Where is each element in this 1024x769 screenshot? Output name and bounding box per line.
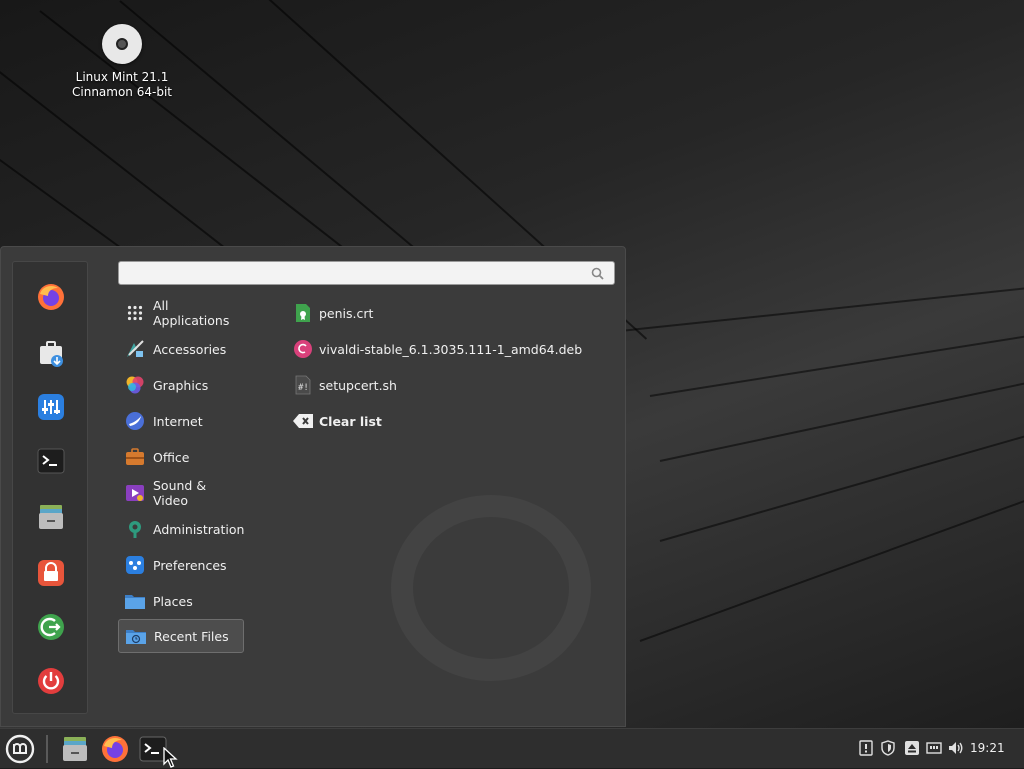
category-label: All Applications (153, 298, 230, 328)
recent-file-item[interactable]: penis.crt (288, 296, 373, 330)
sound-video-icon (124, 482, 146, 504)
files-icon (39, 505, 63, 529)
favorite-terminal[interactable] (34, 444, 68, 478)
recent-file-item[interactable]: #! setupcert.sh (288, 368, 397, 402)
desktop-icon-label-line2: Cinnamon 64-bit (72, 85, 172, 99)
grid-icon (124, 302, 146, 324)
network-icon[interactable] (926, 740, 942, 756)
desktop-icon-label-line1: Linux Mint 21.1 (75, 70, 169, 84)
recent-file-label: setupcert.sh (319, 377, 397, 393)
mouse-pointer-icon (163, 747, 178, 768)
administration-icon (124, 518, 146, 540)
clear-icon (292, 410, 314, 432)
category-label: Places (153, 593, 193, 609)
start-menu: All Applications Accessories Graphics In… (0, 246, 626, 727)
search-input[interactable] (127, 264, 581, 284)
favorite-files[interactable] (34, 500, 68, 534)
category-sound-video[interactable]: Sound & Video (118, 476, 244, 510)
category-accessories[interactable]: Accessories (118, 332, 244, 366)
mint-logo-icon (5, 734, 35, 764)
category-recent-files[interactable]: Recent Files (118, 619, 244, 653)
panel-separator (46, 735, 48, 763)
clear-list-button[interactable]: Clear list (288, 404, 382, 438)
firefox-icon (38, 284, 64, 310)
debian-package-icon (292, 338, 314, 360)
desktop-icon-linux-mint[interactable]: Linux Mint 21.1 Cinnamon 64-bit (62, 24, 182, 100)
recent-folder-icon (125, 625, 147, 647)
category-label: Recent Files (154, 628, 229, 644)
launcher-files[interactable] (57, 731, 93, 767)
update-manager-icon[interactable] (858, 740, 874, 756)
logout-icon (38, 614, 64, 640)
launcher-firefox[interactable] (97, 731, 133, 767)
menu-button[interactable] (2, 731, 38, 767)
folder-icon (124, 590, 146, 612)
software-manager-icon (40, 341, 63, 367)
internet-icon (124, 410, 146, 432)
favorite-system-settings[interactable] (34, 390, 68, 424)
category-label: Preferences (153, 557, 227, 573)
svg-text:#!: #! (298, 383, 309, 393)
recent-file-label: vivaldi-stable_6.1.3035.111-1_amd64.deb (319, 341, 583, 357)
recent-file-label: penis.crt (319, 305, 374, 321)
category-preferences[interactable]: Preferences (118, 548, 244, 582)
search-box[interactable] (118, 261, 615, 285)
category-places[interactable]: Places (118, 584, 244, 618)
shell-script-icon: #! (292, 374, 314, 396)
optical-disc-icon (102, 24, 142, 64)
category-office[interactable]: Office (118, 440, 244, 474)
favorite-software-manager[interactable] (34, 336, 68, 370)
category-label: Sound & Video (153, 478, 207, 508)
category-graphics[interactable]: Graphics (118, 368, 244, 402)
volume-icon[interactable] (948, 740, 964, 756)
search-icon (591, 267, 604, 280)
category-administration[interactable]: Administration (118, 512, 244, 546)
category-label: Office (153, 449, 190, 465)
accessories-icon (124, 338, 146, 360)
category-label: Internet (153, 413, 203, 429)
certificate-file-icon (292, 302, 314, 324)
clear-list-label: Clear list (319, 413, 382, 429)
category-label: Accessories (153, 341, 227, 357)
firefox-icon (102, 736, 128, 762)
category-all-applications[interactable]: All Applications (118, 296, 244, 330)
system-settings-icon (38, 394, 64, 420)
favorite-lock-screen[interactable] (34, 556, 68, 590)
files-icon (63, 737, 87, 761)
recent-file-item[interactable]: vivaldi-stable_6.1.3035.111-1_amd64.deb (288, 332, 582, 366)
eject-icon[interactable] (904, 740, 920, 756)
graphics-icon (124, 374, 146, 396)
lock-screen-icon (38, 560, 64, 586)
panel-clock[interactable]: 19:21 (970, 741, 1005, 755)
office-icon (124, 446, 146, 468)
category-internet[interactable]: Internet (118, 404, 244, 438)
mint-watermark (391, 495, 591, 681)
terminal-icon (37, 448, 65, 474)
favorites-bar (12, 261, 88, 714)
favorite-power[interactable] (34, 664, 68, 698)
favorite-logout[interactable] (34, 610, 68, 644)
bottom-panel: 19:21 (0, 728, 1024, 768)
category-label: Administration (153, 521, 245, 537)
shield-icon[interactable] (880, 740, 896, 756)
preferences-icon (124, 554, 146, 576)
power-icon (38, 668, 64, 694)
favorite-firefox[interactable] (34, 280, 68, 314)
category-label: Graphics (153, 377, 209, 393)
